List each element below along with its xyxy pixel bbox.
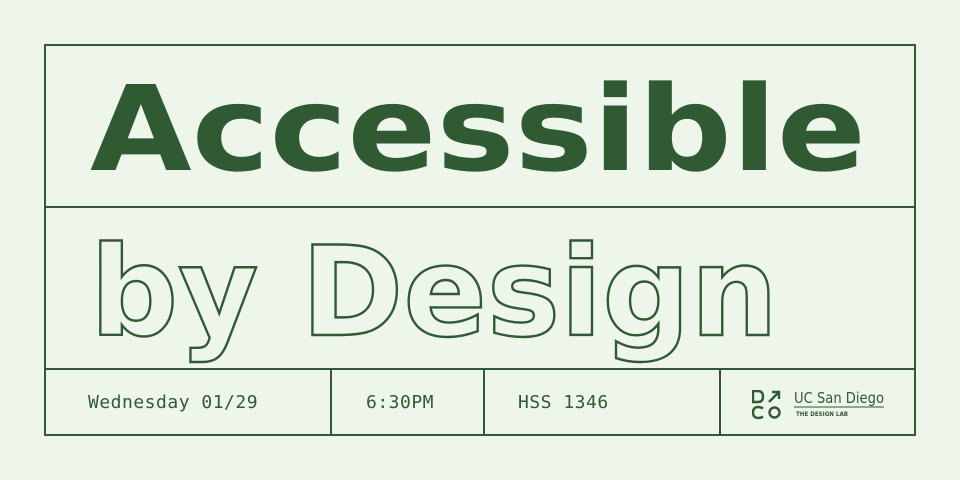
time-cell: 6:30PM (332, 370, 485, 434)
subtitle-graphic: by Design (89, 220, 779, 366)
location-cell: HSS 1346 (485, 370, 721, 434)
event-time: 6:30PM (366, 391, 435, 413)
ucsd-lab-name: THE DESIGN LAB (796, 411, 848, 418)
dco-logo (752, 390, 781, 420)
logos-cell: UC San Diego THE DESIGN LAB (721, 370, 914, 434)
subtitle-row: by Design (46, 208, 914, 370)
ucsd-logo-name: UC San Diego (794, 389, 884, 407)
subtitle-text: by Design (90, 221, 778, 365)
event-info-row: Wednesday 01/29 6:30PM HSS 1346 UC San D… (46, 370, 914, 434)
ucsd-logo: UC San Diego THE DESIGN LAB (794, 389, 884, 418)
date-cell: Wednesday 01/29 (46, 370, 332, 434)
event-location: HSS 1346 (518, 391, 609, 413)
event-date: Wednesday 01/29 (88, 391, 259, 413)
title-graphic: Accessible (90, 60, 866, 198)
title-text: Accessible (90, 60, 866, 198)
title-row: Accessible (46, 46, 914, 208)
poster-frame: Accessible by Design Wednesday 01/29 6:3… (44, 44, 916, 436)
